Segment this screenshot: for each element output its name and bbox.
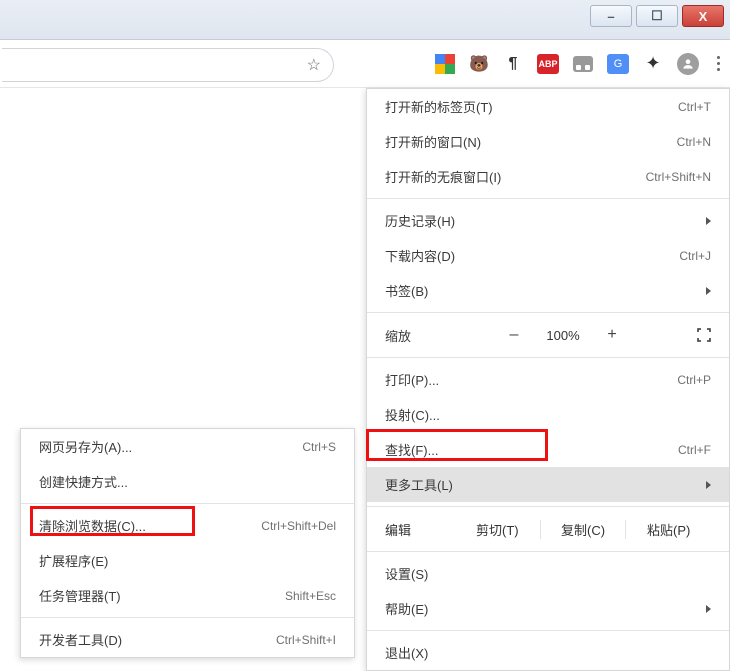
- menu-new-window[interactable]: 打开新的窗口(N)Ctrl+N: [367, 124, 729, 159]
- main-menu: 打开新的标签页(T)Ctrl+T 打开新的窗口(N)Ctrl+N 打开新的无痕窗…: [366, 88, 730, 671]
- zoom-value: 100%: [538, 328, 588, 343]
- minimize-button[interactable]: –: [590, 5, 632, 27]
- submenu-devtools[interactable]: 开发者工具(D)Ctrl+Shift+I: [21, 622, 354, 657]
- bookmark-star-icon[interactable]: ☆: [307, 55, 321, 75]
- profile-avatar-icon[interactable]: [677, 53, 699, 75]
- menu-downloads[interactable]: 下载内容(D)Ctrl+J: [367, 238, 729, 273]
- menu-bookmarks[interactable]: 书签(B): [367, 273, 729, 308]
- menu-find[interactable]: 查找(F)...Ctrl+F: [367, 432, 729, 467]
- menu-more-tools[interactable]: 更多工具(L): [367, 467, 729, 502]
- submenu-task-manager[interactable]: 任务管理器(T)Shift+Esc: [21, 578, 354, 613]
- browser-toolbar: ☆ 🐻 ¶ ABP G ✦: [0, 40, 730, 88]
- translate-extension-icon[interactable]: G: [607, 54, 629, 74]
- abp-extension-icon[interactable]: ABP: [537, 54, 559, 74]
- extensions-puzzle-icon[interactable]: ✦: [643, 54, 663, 74]
- submenu-clear-data[interactable]: 清除浏览数据(C)...Ctrl+Shift+Del: [21, 508, 354, 543]
- pilcrow-extension-icon[interactable]: ¶: [503, 54, 523, 74]
- chevron-right-icon: [706, 287, 711, 295]
- submenu-create-shortcut[interactable]: 创建快捷方式...: [21, 464, 354, 499]
- grid-extension-icon[interactable]: [435, 54, 455, 74]
- menu-new-tab[interactable]: 打开新的标签页(T)Ctrl+T: [367, 89, 729, 124]
- menu-cast[interactable]: 投射(C)...: [367, 397, 729, 432]
- bear-extension-icon[interactable]: 🐻: [469, 54, 489, 74]
- menu-help[interactable]: 帮助(E): [367, 591, 729, 626]
- more-tools-submenu: 网页另存为(A)...Ctrl+S 创建快捷方式... 清除浏览数据(C)...…: [20, 428, 355, 658]
- edit-label: 编辑: [385, 520, 455, 539]
- close-button[interactable]: X: [682, 5, 724, 27]
- edit-copy-button[interactable]: 复制(C): [540, 520, 626, 539]
- menu-print[interactable]: 打印(P)...Ctrl+P: [367, 362, 729, 397]
- window-controls: – ☐ X: [590, 5, 724, 27]
- address-bar[interactable]: ☆: [2, 48, 334, 82]
- menu-history[interactable]: 历史记录(H): [367, 203, 729, 238]
- menu-edit-row: 编辑 剪切(T) 复制(C) 粘贴(P): [367, 511, 729, 547]
- zoom-in-button[interactable]: +: [598, 326, 626, 344]
- chevron-right-icon: [706, 217, 711, 225]
- fullscreen-icon[interactable]: [697, 328, 711, 342]
- menu-zoom-row: 缩放 – 100% +: [367, 317, 729, 353]
- zoom-label: 缩放: [385, 326, 490, 345]
- extensions-tray: 🐻 ¶ ABP G ✦: [435, 52, 724, 75]
- menu-incognito[interactable]: 打开新的无痕窗口(I)Ctrl+Shift+N: [367, 159, 729, 194]
- zoom-out-button[interactable]: –: [500, 326, 528, 344]
- titlebar: – ☐ X: [0, 0, 730, 40]
- submenu-save-as[interactable]: 网页另存为(A)...Ctrl+S: [21, 429, 354, 464]
- maximize-button[interactable]: ☐: [636, 5, 678, 27]
- kebab-menu-icon[interactable]: [713, 52, 724, 75]
- panel-extension-icon[interactable]: [573, 56, 593, 72]
- edit-cut-button[interactable]: 剪切(T): [455, 520, 540, 539]
- edit-paste-button[interactable]: 粘贴(P): [625, 520, 711, 539]
- chevron-right-icon: [706, 605, 711, 613]
- menu-settings[interactable]: 设置(S): [367, 556, 729, 591]
- chevron-right-icon: [706, 481, 711, 489]
- submenu-extensions[interactable]: 扩展程序(E): [21, 543, 354, 578]
